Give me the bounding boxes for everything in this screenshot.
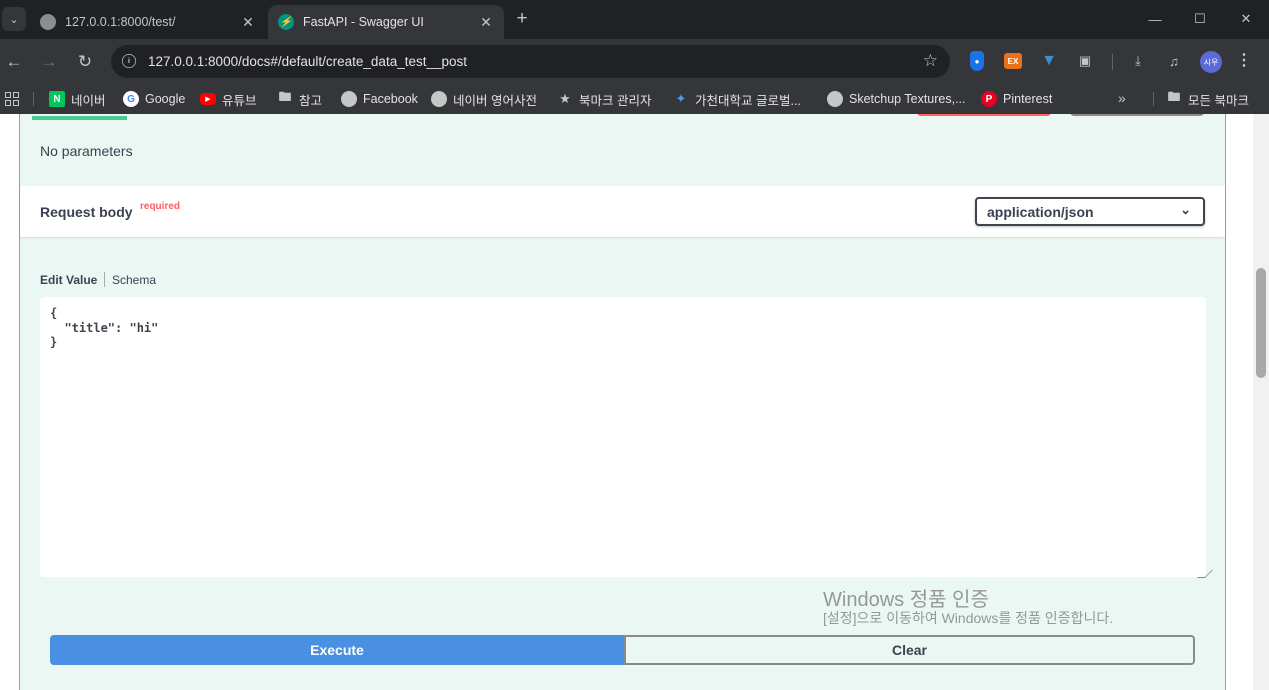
tab-title: 127.0.0.1:8000/test/: [65, 15, 176, 29]
required-label: required: [140, 201, 181, 212]
maximize-button[interactable]: ☐: [1189, 8, 1211, 30]
globe-icon: [341, 91, 357, 107]
close-icon[interactable]: ✕: [240, 14, 256, 31]
page-viewport: No parameters Request body required appl…: [0, 114, 1269, 690]
no-parameters-text: No parameters: [40, 143, 133, 159]
url-text[interactable]: 127.0.0.1:8000/docs#/default/create_data…: [148, 54, 467, 69]
bookmark-label: Facebook: [363, 92, 418, 106]
arrow-left-icon: ←: [5, 52, 23, 71]
browser-tab-swagger[interactable]: ⚡ FastAPI - Swagger UI ✕: [268, 5, 504, 39]
reset-button[interactable]: [1070, 114, 1204, 116]
bookmark-sketchup[interactable]: Sketchup Textures,...: [827, 84, 966, 114]
clear-button[interactable]: Clear: [624, 635, 1195, 665]
gachon-icon: ✦: [675, 91, 687, 106]
bookmark-label: Pinterest: [1003, 92, 1053, 106]
bookmarks-bar: N 네이버 G Google ▶ 유튜브 🖿 참고 Facebook 네이버 영…: [0, 84, 1269, 114]
tab-schema[interactable]: Schema: [112, 273, 156, 287]
reload-button[interactable]: ↻: [72, 49, 98, 75]
new-tab-button[interactable]: +: [511, 8, 533, 30]
vpn-shield-icon[interactable]: ▼: [1039, 51, 1059, 71]
pinterest-icon: P: [981, 91, 997, 107]
media-control-icon[interactable]: ♫: [1164, 51, 1184, 71]
folder-icon: 🖿: [1167, 89, 1181, 104]
bookmark-folder-reference[interactable]: 🖿 참고: [277, 84, 322, 114]
star-icon: ★: [559, 91, 571, 106]
bookmark-star-icon[interactable]: ☆: [923, 51, 938, 71]
close-icon: ✕: [1240, 11, 1252, 26]
bookmark-divider: [33, 92, 34, 106]
scrollbar-thumb[interactable]: [1256, 268, 1266, 378]
more-bookmarks-icon[interactable]: »: [1118, 90, 1126, 106]
bookmark-manager[interactable]: ★ 북마크 관리자: [557, 84, 651, 114]
bookmark-label: 유튜브: [222, 93, 257, 108]
bookmark-label: 참고: [299, 93, 323, 108]
browser-tab-bar: ⌄ 127.0.0.1:8000/test/ ✕ ⚡ FastAPI - Swa…: [0, 0, 1269, 39]
toolbar-divider: [1112, 54, 1113, 70]
bookmark-naver-dictionary[interactable]: 네이버 영어사전: [431, 84, 537, 114]
post-operation-block: No parameters Request body required appl…: [19, 114, 1226, 690]
bookmark-label: 가천대학교 글로벌...: [695, 93, 801, 108]
minimize-button[interactable]: —: [1144, 8, 1166, 30]
parameters-tab-indicator: [32, 116, 127, 120]
execute-button[interactable]: Execute: [50, 635, 624, 665]
globe-icon: [827, 91, 843, 107]
bookmark-all-folder[interactable]: 🖿 모든 북마크: [1166, 84, 1249, 114]
password-manager-icon[interactable]: ●: [970, 51, 984, 71]
globe-icon: [431, 91, 447, 107]
address-bar[interactable]: i 127.0.0.1:8000/docs#/default/create_da…: [111, 45, 950, 78]
bookmark-divider: [1153, 92, 1154, 106]
maximize-icon: ☐: [1194, 11, 1206, 26]
tab-edit-value[interactable]: Edit Value: [40, 273, 97, 287]
info-icon[interactable]: i: [122, 54, 136, 68]
bookmark-label: 네이버: [71, 93, 106, 108]
close-icon[interactable]: ✕: [478, 14, 494, 31]
google-icon: G: [123, 91, 139, 107]
content-type-select[interactable]: application/json ⌄: [975, 197, 1205, 226]
extensions-puzzle-icon[interactable]: ▣: [1075, 51, 1095, 71]
bookmark-label: Sketchup Textures,...: [849, 92, 966, 106]
chevron-down-icon: ⌄: [1180, 202, 1191, 217]
back-button[interactable]: ←: [1, 49, 27, 75]
download-icon[interactable]: ⤓: [1128, 51, 1148, 71]
fastapi-icon: ⚡: [278, 14, 294, 30]
chevron-down-icon: ⌄: [9, 13, 19, 26]
bookmark-label: 북마크 관리자: [579, 93, 652, 108]
tab-title: FastAPI - Swagger UI: [303, 15, 424, 29]
forward-button[interactable]: →: [36, 49, 62, 75]
window-close-button[interactable]: ✕: [1235, 8, 1257, 30]
ex-extension-label: EX: [1007, 56, 1019, 66]
content-type-value: application/json: [987, 204, 1094, 220]
bookmark-facebook[interactable]: Facebook: [341, 84, 418, 114]
plus-icon: +: [516, 8, 528, 29]
request-body-title: Request body: [40, 204, 133, 220]
bookmark-google[interactable]: G Google: [123, 84, 185, 114]
apps-grid-icon[interactable]: [5, 92, 19, 106]
bookmark-gachon[interactable]: ✦ 가천대학교 글로벌...: [673, 84, 801, 114]
bookmark-label: 모든 북마크: [1188, 93, 1249, 108]
tab-divider: [104, 272, 105, 287]
request-body-header: Request body required application/json ⌄: [20, 186, 1225, 237]
page-scrollbar[interactable]: [1253, 114, 1269, 690]
arrow-right-icon: →: [40, 52, 58, 71]
globe-icon: [40, 14, 56, 30]
more-menu-icon[interactable]: ⋮: [1236, 50, 1252, 70]
reload-icon: ↻: [77, 52, 93, 71]
ex-extension-icon[interactable]: EX: [1004, 53, 1022, 69]
browser-toolbar: ← → ↻ i 127.0.0.1:8000/docs#/default/cre…: [0, 39, 1269, 84]
youtube-icon: ▶: [200, 93, 216, 105]
profile-avatar[interactable]: 시우: [1200, 51, 1222, 73]
minimize-icon: —: [1148, 11, 1162, 27]
folder-icon: 🖿: [278, 89, 292, 104]
cancel-button[interactable]: [917, 114, 1051, 116]
tab-search-button[interactable]: ⌄: [2, 7, 26, 31]
bookmark-youtube[interactable]: ▶ 유튜브: [200, 84, 257, 114]
request-body-textarea[interactable]: { "title": "hi" }: [40, 297, 1206, 577]
naver-icon: N: [49, 91, 65, 107]
bookmark-label: Google: [145, 92, 186, 106]
bookmark-pinterest[interactable]: P Pinterest: [981, 84, 1052, 114]
bookmark-naver[interactable]: N 네이버: [49, 84, 106, 114]
bookmark-label: 네이버 영어사전: [453, 93, 537, 108]
browser-tab-test[interactable]: 127.0.0.1:8000/test/ ✕: [30, 5, 266, 39]
windows-activation-subtitle: [설정]으로 이동하여 Windows를 정품 인증합니다.: [823, 610, 1114, 626]
